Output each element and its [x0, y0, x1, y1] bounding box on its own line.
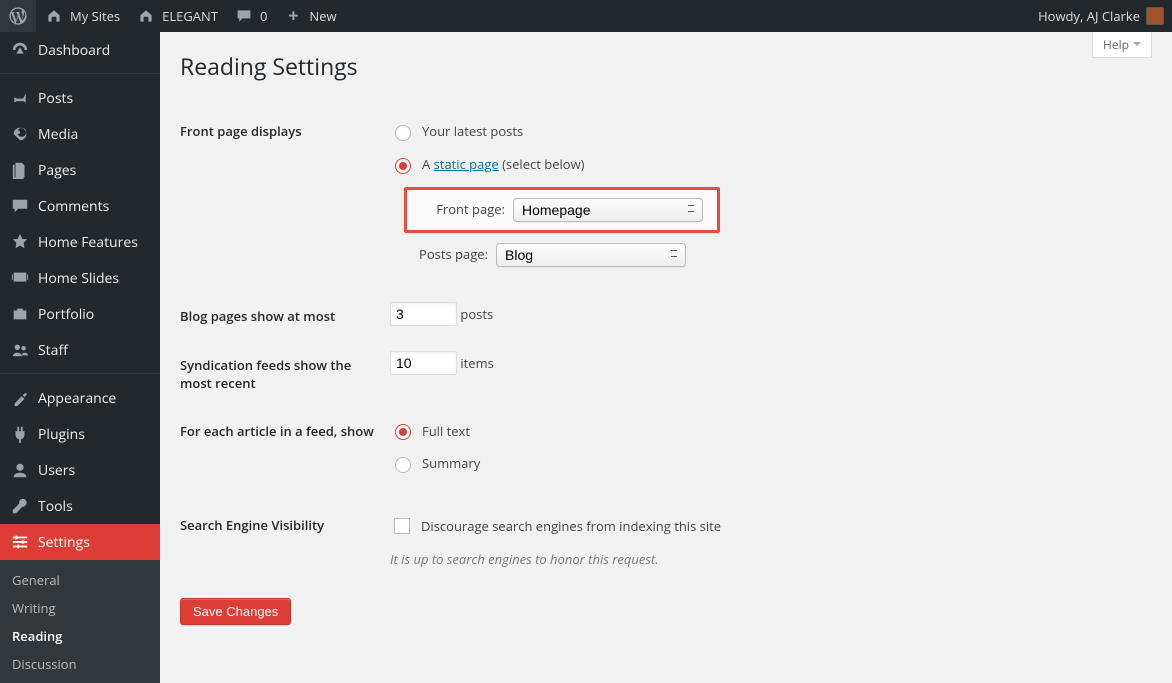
sidebar-item-label: Home Slides	[38, 269, 119, 288]
avatar	[1146, 7, 1164, 25]
radio-static-page[interactable]	[395, 158, 411, 174]
sidebar-item-label: Users	[38, 461, 75, 480]
syndication-label: Syndication feeds show the most recent	[180, 341, 390, 407]
account-link[interactable]: Howdy, AJ Clarke	[1030, 0, 1172, 32]
staff-icon	[10, 340, 30, 360]
sidebar-item-posts[interactable]: Posts	[0, 80, 160, 116]
comments-link[interactable]: 0	[226, 0, 275, 32]
front-page-select-label: Front page:	[421, 199, 505, 220]
syndication-input[interactable]	[390, 351, 457, 375]
blog-pages-label: Blog pages show at most	[180, 292, 390, 341]
wordpress-icon	[8, 6, 28, 26]
feed-article-label: For each article in a feed, show	[180, 407, 390, 502]
radio-static-page-label: A static page (select below)	[422, 154, 585, 175]
tools-icon	[10, 496, 30, 516]
home-icon	[136, 6, 156, 26]
pin-icon	[10, 88, 30, 108]
sidebar-subitem-media[interactable]: Media	[0, 678, 160, 683]
comment-icon	[234, 6, 254, 26]
help-tab[interactable]: Help	[1092, 32, 1152, 58]
seo-description: It is up to search engines to honor this…	[390, 549, 1070, 570]
portfolio-icon	[10, 304, 30, 324]
save-changes-button[interactable]: Save Changes	[180, 598, 291, 625]
radio-latest-posts[interactable]	[395, 125, 411, 141]
radio-latest-posts-label: Your latest posts	[422, 121, 523, 142]
appearance-icon	[10, 388, 30, 408]
main-content: Reading Settings Front page displays You…	[160, 0, 1172, 658]
settings-form: Front page displays Your latest posts A …	[180, 107, 1080, 585]
pages-icon	[10, 160, 30, 180]
blog-pages-input[interactable]	[390, 302, 457, 326]
sidebar-item-label: Settings	[38, 533, 90, 552]
chevron-down-icon	[1133, 42, 1141, 50]
dashboard-icon	[10, 40, 30, 60]
settings-icon	[10, 532, 30, 552]
static-page-link[interactable]: static page	[434, 155, 499, 173]
sidebar-item-label: Plugins	[38, 425, 85, 444]
radio-full-text[interactable]	[395, 424, 411, 440]
sidebar-subitem-reading[interactable]: Reading	[0, 622, 160, 650]
sidebar-item-home-features[interactable]: Home Features	[0, 224, 160, 260]
new-link[interactable]: + New	[275, 0, 344, 32]
sidebar-item-label: Tools	[38, 497, 73, 516]
plus-icon: +	[283, 6, 303, 26]
sidebar-item-label: Comments	[38, 197, 109, 216]
howdy-label: Howdy, AJ Clarke	[1038, 7, 1140, 25]
star-icon	[10, 232, 30, 252]
sidebar-item-tools[interactable]: Tools	[0, 488, 160, 524]
radio-full-text-label: Full text	[422, 421, 470, 442]
new-label: New	[309, 7, 336, 25]
comment-icon	[10, 196, 30, 216]
front-page-displays-label: Front page displays	[180, 107, 390, 292]
sidebar-item-dashboard[interactable]: Dashboard	[0, 32, 160, 68]
radio-summary[interactable]	[395, 457, 411, 473]
seo-visibility-label: Search Engine Visibility	[180, 501, 390, 585]
sidebar-item-settings[interactable]: Settings	[0, 524, 160, 560]
home-icon	[44, 6, 64, 26]
sidebar-item-label: Appearance	[38, 389, 116, 408]
seo-discourage-checkbox[interactable]	[394, 518, 410, 534]
sidebar-item-portfolio[interactable]: Portfolio	[0, 296, 160, 332]
sidebar-item-appearance[interactable]: Appearance	[0, 380, 160, 416]
users-icon	[10, 460, 30, 480]
sidebar-item-label: Pages	[38, 161, 76, 180]
sidebar-item-label: Media	[38, 125, 78, 144]
sidebar-subitem-writing[interactable]: Writing	[0, 594, 160, 622]
comments-count: 0	[260, 7, 267, 25]
seo-discourage-label: Discourage search engines from indexing …	[421, 516, 721, 537]
sidebar-item-label: Dashboard	[38, 41, 110, 60]
help-label: Help	[1103, 36, 1129, 53]
my-sites-label: My Sites	[70, 7, 120, 25]
sidebar-item-label: Staff	[38, 341, 68, 360]
posts-page-select-label: Posts page:	[404, 244, 488, 265]
admin-sidebar: Dashboard Posts Media Pages Comments Home Fea…	[0, 32, 160, 683]
sidebar-item-pages[interactable]: Pages	[0, 152, 160, 188]
sidebar-subitem-general[interactable]: General	[0, 566, 160, 594]
site-name-label: ELEGANT	[162, 7, 218, 25]
blog-pages-unit: posts	[460, 305, 493, 323]
sidebar-item-home-slides[interactable]: Home Slides	[0, 260, 160, 296]
media-icon	[10, 124, 30, 144]
sidebar-item-media[interactable]: Media	[0, 116, 160, 152]
sidebar-item-comments[interactable]: Comments	[0, 188, 160, 224]
radio-summary-label: Summary	[422, 453, 480, 474]
page-title: Reading Settings	[180, 50, 1152, 82]
sidebar-item-label: Portfolio	[38, 305, 94, 324]
wp-logo[interactable]	[0, 0, 36, 32]
sidebar-item-plugins[interactable]: Plugins	[0, 416, 160, 452]
sidebar-item-staff[interactable]: Staff	[0, 332, 160, 368]
sidebar-subitem-discussion[interactable]: Discussion	[0, 650, 160, 678]
sidebar-item-label: Home Features	[38, 233, 138, 252]
my-sites-link[interactable]: My Sites	[36, 0, 128, 32]
slides-icon	[10, 268, 30, 288]
admin-bar: My Sites ELEGANT 0 + New Howdy, AJ Clark…	[0, 0, 1172, 32]
front-page-select[interactable]: Homepage	[513, 198, 703, 222]
site-name-link[interactable]: ELEGANT	[128, 0, 226, 32]
posts-page-select[interactable]: Blog	[496, 243, 686, 267]
plugins-icon	[10, 424, 30, 444]
syndication-unit: items	[460, 354, 493, 372]
front-page-highlight: Front page: Homepage	[404, 187, 720, 233]
sidebar-item-users[interactable]: Users	[0, 452, 160, 488]
sidebar-item-label: Posts	[38, 89, 73, 108]
